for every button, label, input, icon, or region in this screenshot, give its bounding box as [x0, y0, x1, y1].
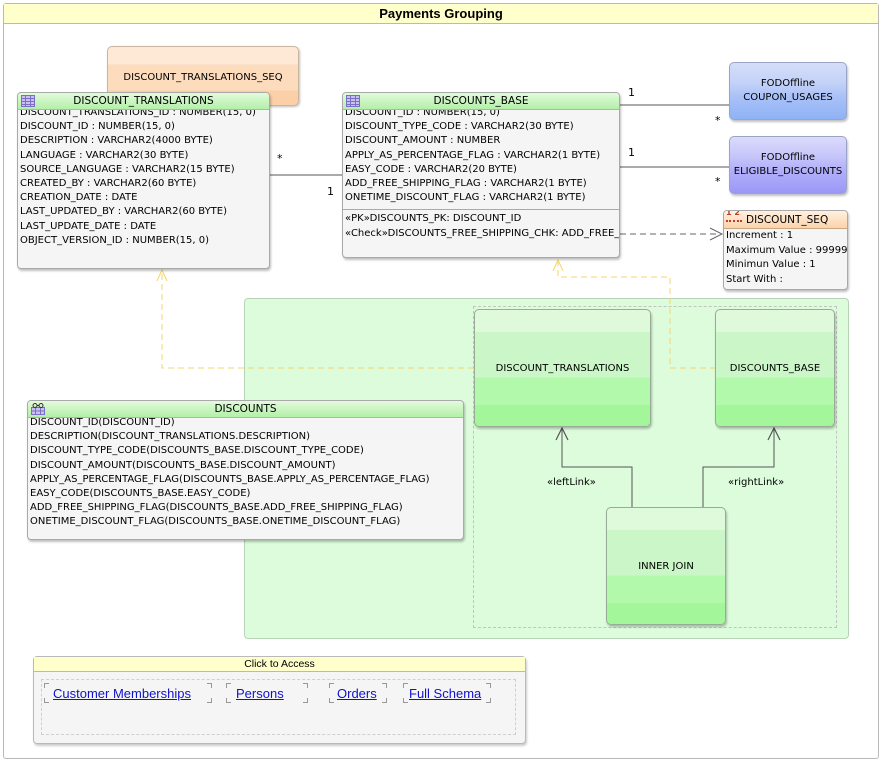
column-row: DISCOUNT_ID : NUMBER(15, 0): [20, 121, 175, 133]
view-column-row: EASY_CODE(DISCOUNTS_BASE.EASY_CODE): [30, 487, 251, 499]
sequence-property: Increment : 1: [726, 230, 794, 241]
bracket: [329, 683, 334, 688]
view-name: DISCOUNTS: [214, 403, 277, 415]
constraint-list: «PK»DISCOUNTS_PK: DISCOUNT_ID «Check»DIS…: [343, 209, 619, 240]
table-name: DISCOUNTS_BASE: [433, 95, 529, 107]
query-node-discounts-base[interactable]: DISCOUNTS_BASE: [715, 309, 835, 427]
column-row: ADD_FREE_SHIPPING_FLAG : VARCHAR2(1 BYTE…: [345, 177, 587, 189]
external-name: ELIGIBLE_DISCOUNTS: [733, 166, 843, 177]
bracket: [403, 698, 408, 703]
view-column-row: DESCRIPTION(DISCOUNT_TRANSLATIONS.DESCRI…: [30, 431, 311, 443]
external-table-eligible-discounts[interactable]: FODOffline ELIGIBLE_DISCOUNTS: [729, 136, 847, 194]
constraint-row: «Check»DISCOUNTS_FREE_SHIPPING_CHK: ADD_…: [345, 227, 619, 239]
bracket: [486, 698, 491, 703]
table-name: DISCOUNT_TRANSLATIONS: [73, 95, 214, 107]
sequence-property: Minimun Value : 1: [726, 259, 816, 270]
column-list: DISCOUNT_TRANSLATIONS_ID : NUMBER(15, 0)…: [18, 106, 269, 248]
bracket: [329, 698, 334, 703]
query-node-discount-translations[interactable]: DISCOUNT_TRANSLATIONS: [474, 309, 651, 427]
mult-coupon-source: 1: [628, 86, 635, 99]
table-header: DISCOUNT_TRANSLATIONS: [18, 93, 269, 110]
column-row: LANGUAGE : VARCHAR2(30 BYTE): [20, 149, 189, 161]
view-header: DISCOUNTS: [28, 401, 463, 418]
sequence-name: DISCOUNT_SEQ: [746, 214, 829, 226]
sequence-header: 1 2 DISCOUNT_SEQ: [724, 211, 847, 229]
view-column-list: DISCOUNT_ID(DISCOUNT_ID) DESCRIPTION(DIS…: [28, 416, 463, 530]
table-discount-translations[interactable]: DISCOUNT_TRANSLATIONS DISCOUNT_TRANSLATI…: [17, 92, 270, 269]
query-node-label: DISCOUNT_TRANSLATIONS: [495, 362, 630, 374]
column-row: CREATED_BY : VARCHAR2(60 BYTE): [20, 177, 197, 189]
column-row: LAST_UPDATED_BY : VARCHAR2(60 BYTE): [20, 206, 228, 218]
view-column-row: ADD_FREE_SHIPPING_FLAG(DISCOUNTS_BASE.AD…: [30, 502, 403, 514]
table-header: DISCOUNTS_BASE: [343, 93, 619, 110]
column-row: EASY_CODE : VARCHAR2(20 BYTE): [345, 163, 517, 175]
diagram-title: Payments Grouping: [4, 4, 878, 24]
mult-eligible-target: *: [715, 175, 721, 188]
view-discounts[interactable]: DISCOUNTS DISCOUNT_ID(DISCOUNT_ID) DESCR…: [27, 400, 464, 540]
mult-translations-target: 1: [327, 185, 334, 198]
link-persons[interactable]: Persons: [230, 685, 290, 702]
column-row: APPLY_AS_PERCENTAGE_FLAG : VARCHAR2(1 BY…: [345, 149, 601, 161]
query-node-inner-join[interactable]: INNER JOIN: [606, 507, 726, 625]
left-link-label: «leftLink»: [547, 477, 596, 488]
column-row: OBJECT_VERSION_ID : NUMBER(15, 0): [20, 234, 210, 246]
sequence-property: Maximum Value : 9999999: [726, 244, 847, 256]
join-label: INNER JOIN: [638, 560, 694, 572]
bracket: [382, 698, 387, 703]
access-panel: Click to Access Customer Memberships Per…: [33, 656, 526, 744]
right-link-label: «rightLink»: [728, 477, 785, 488]
link-full-schema[interactable]: Full Schema: [403, 685, 487, 702]
view-icon: [31, 403, 45, 415]
column-row: ONETIME_DISCOUNT_FLAG : VARCHAR2(1 BYTE): [345, 192, 586, 204]
view-column-row: APPLY_AS_PERCENTAGE_FLAG(DISCOUNTS_BASE.…: [30, 473, 430, 485]
external-schema: FODOffline: [760, 78, 816, 89]
access-panel-title: Click to Access: [34, 657, 525, 672]
bracket: [303, 683, 308, 688]
view-column-row: DISCOUNT_TYPE_CODE(DISCOUNTS_BASE.DISCOU…: [30, 445, 364, 457]
table-icon: [21, 95, 35, 107]
column-row: SOURCE_LANGUAGE : VARCHAR2(15 BYTE): [20, 163, 235, 175]
bracket: [486, 683, 491, 688]
bracket: [44, 698, 49, 703]
link-customer-memberships[interactable]: Customer Memberships: [47, 685, 197, 702]
bracket: [303, 698, 308, 703]
link-orders[interactable]: Orders: [331, 685, 383, 702]
bracket: [207, 683, 212, 688]
mult-coupon-target: *: [715, 114, 721, 127]
sequence-icon-bars: [726, 218, 742, 222]
column-row: CREATION_DATE : DATE: [20, 192, 138, 204]
external-table-coupon-usages[interactable]: FODOffline COUPON_USAGES: [729, 62, 847, 120]
bracket: [382, 683, 387, 688]
bracket: [207, 698, 212, 703]
column-row: LAST_UPDATE_DATE : DATE: [20, 220, 157, 232]
sequence-icon: 1 2: [726, 210, 742, 222]
sequence-node-label: DISCOUNT_TRANSLATIONS_SEQ: [123, 72, 283, 83]
view-column-row: ONETIME_DISCOUNT_FLAG(DISCOUNTS_BASE.ONE…: [30, 516, 401, 528]
view-column-row: DISCOUNT_AMOUNT(DISCOUNTS_BASE.DISCOUNT_…: [30, 459, 336, 471]
mult-eligible-source: 1: [628, 146, 635, 159]
mult-translations-source: *: [277, 152, 283, 165]
bracket: [226, 683, 231, 688]
bracket: [403, 683, 408, 688]
access-link-area: Customer Memberships Persons Orders Full…: [41, 679, 516, 735]
query-node-label: DISCOUNTS_BASE: [729, 362, 821, 374]
sequence-discount-seq[interactable]: 1 2 DISCOUNT_SEQ Increment : 1 Maximum V…: [723, 210, 848, 290]
sequence-property: Start With :: [726, 273, 783, 285]
external-schema: FODOffline: [760, 152, 816, 163]
external-name: COUPON_USAGES: [743, 92, 833, 103]
sequence-icon-text: 1 2: [726, 210, 740, 217]
table-discounts-base[interactable]: DISCOUNTS_BASE DISCOUNT_ID : NUMBER(15, …: [342, 92, 620, 258]
column-row: DISCOUNT_AMOUNT : NUMBER: [345, 135, 501, 147]
constraint-row: «PK»DISCOUNTS_PK: DISCOUNT_ID: [345, 213, 522, 225]
column-row: DESCRIPTION : VARCHAR2(4000 BYTE): [20, 135, 213, 147]
column-row: DISCOUNT_TYPE_CODE : VARCHAR2(30 BYTE): [345, 121, 574, 133]
bracket: [44, 683, 49, 688]
view-column-row: DISCOUNT_ID(DISCOUNT_ID): [30, 417, 175, 428]
column-list: DISCOUNT_ID : NUMBER(15, 0) DISCOUNT_TYP…: [343, 106, 619, 205]
bracket: [226, 698, 231, 703]
table-icon: [346, 95, 360, 107]
